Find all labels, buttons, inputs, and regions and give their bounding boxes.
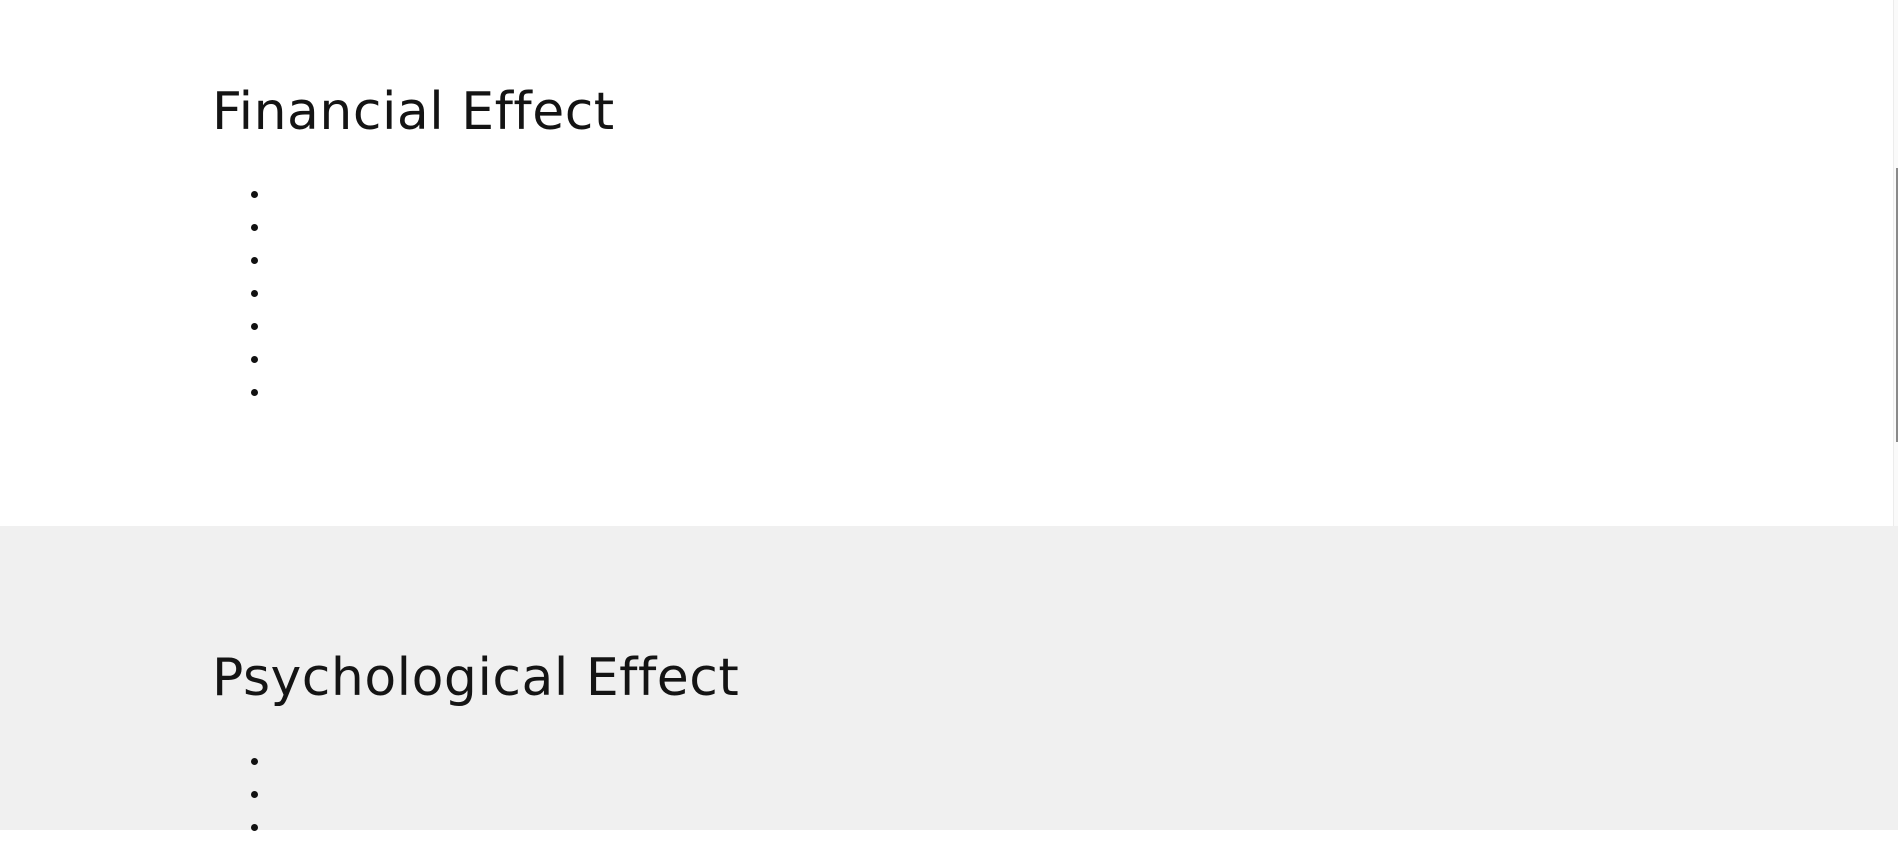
list-item bbox=[0, 816, 300, 849]
bullet-icon bbox=[251, 224, 258, 231]
bullet-icon bbox=[251, 356, 258, 363]
list-item bbox=[0, 315, 300, 348]
psychological-effect-heading: Psychological Effect bbox=[212, 648, 740, 708]
financial-effect-list bbox=[0, 183, 300, 414]
list-item bbox=[0, 183, 300, 216]
bullet-icon bbox=[251, 389, 258, 396]
list-item bbox=[0, 249, 300, 282]
bullet-icon bbox=[251, 791, 258, 798]
list-item bbox=[0, 282, 300, 315]
bullet-icon bbox=[251, 323, 258, 330]
list-item bbox=[0, 216, 300, 249]
bullet-icon bbox=[251, 290, 258, 297]
list-item bbox=[0, 783, 300, 816]
financial-effect-section: Financial Effect bbox=[0, 0, 1898, 526]
psychological-effect-list bbox=[0, 750, 300, 849]
bullet-icon bbox=[251, 758, 258, 765]
list-item bbox=[0, 750, 300, 783]
list-item bbox=[0, 348, 300, 381]
bullet-icon bbox=[251, 191, 258, 198]
bullet-icon bbox=[251, 257, 258, 264]
psychological-effect-section: Psychological Effect bbox=[0, 526, 1898, 831]
financial-effect-heading: Financial Effect bbox=[212, 82, 615, 142]
list-item bbox=[0, 381, 300, 414]
